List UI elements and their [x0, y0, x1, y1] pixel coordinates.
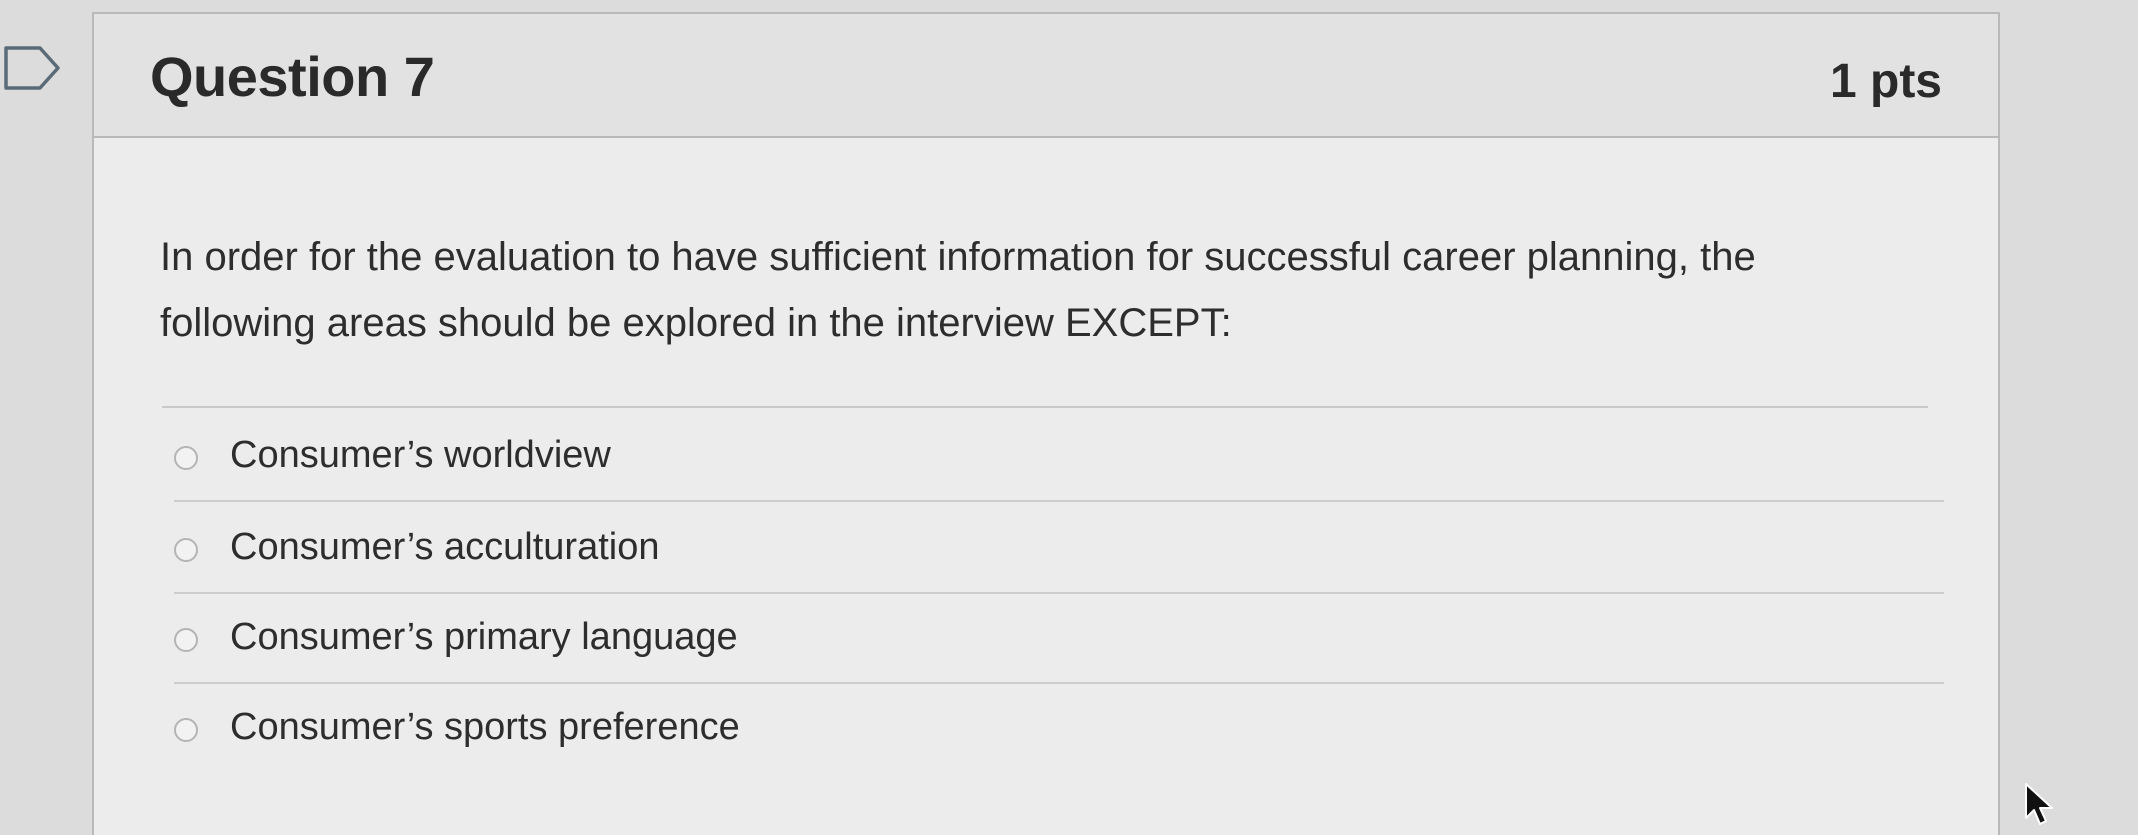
radio-button-icon[interactable]: [174, 628, 198, 652]
question-title: Question 7: [150, 45, 435, 108]
radio-button-icon[interactable]: [174, 718, 198, 742]
question-points: 1 pts: [1829, 55, 1942, 108]
answer-label[interactable]: Consumer’s primary language: [230, 616, 738, 659]
answer-option-2[interactable]: Consumer’s acculturation: [174, 504, 1944, 594]
question-header: Question 7 1 pts: [94, 14, 1998, 138]
answer-option-1[interactable]: Consumer’s worldview: [174, 412, 1944, 502]
answers-divider: [162, 406, 1928, 408]
answer-option-3[interactable]: Consumer’s primary language: [174, 594, 1944, 684]
mouse-pointer-icon: [2025, 783, 2053, 825]
radio-button-icon[interactable]: [174, 538, 198, 562]
answer-label[interactable]: Consumer’s sports preference: [230, 706, 740, 749]
flag-question-icon[interactable]: [2, 44, 62, 92]
answer-label[interactable]: Consumer’s acculturation: [230, 526, 659, 569]
answer-option-4[interactable]: Consumer’s sports preference: [174, 684, 1944, 774]
radio-button-icon[interactable]: [174, 446, 198, 470]
question-text: In order for the evaluation to have suff…: [160, 235, 1756, 345]
question-card: Question 7 1 pts In order for the evalua…: [92, 12, 2000, 835]
answer-label[interactable]: Consumer’s worldview: [230, 434, 611, 477]
